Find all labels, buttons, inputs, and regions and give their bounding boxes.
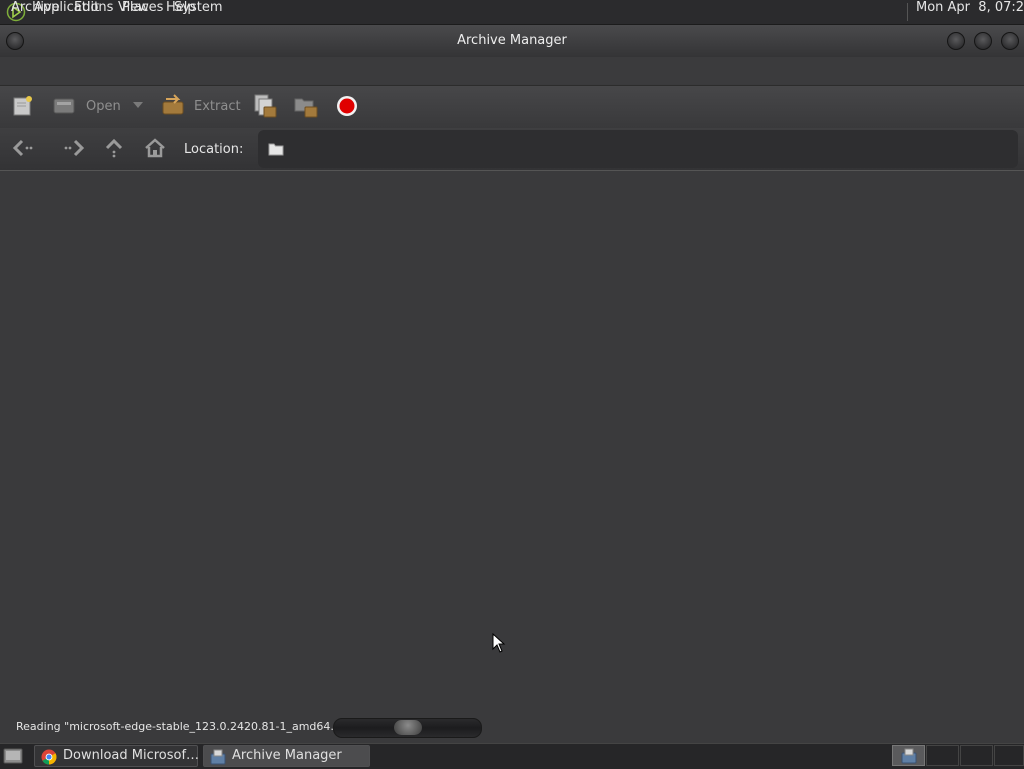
workspace-window-icon [901,748,917,764]
home-icon[interactable] [144,137,166,159]
workspace-2[interactable] [926,745,959,766]
progress-bar [333,718,482,738]
open-button-label[interactable]: Open [86,99,121,114]
taskbar-item-archive-manager[interactable]: Archive Manager [203,745,370,767]
location-entry[interactable] [258,130,1018,168]
taskbar-item-chrome[interactable]: Download Microsof… [34,745,200,767]
menu-archive[interactable]: Archive [11,0,60,15]
open-archive-icon[interactable] [52,96,76,116]
extract-button-label[interactable]: Extract [194,99,241,114]
extract-icon[interactable] [160,94,186,118]
status-text: Reading "microsoft-edge-stable_123.0.242… [16,720,360,733]
panel-separator [907,3,908,21]
workspace-4[interactable] [994,745,1024,766]
up-icon[interactable] [104,137,124,159]
taskbar-item-label: Archive Manager [232,748,342,763]
taskbar-item-label: Download Microsof… [63,748,200,763]
dropdown-arrow-icon[interactable] [133,102,143,108]
toolbar [0,85,1024,129]
mouse-pointer-icon [492,633,506,653]
close-button[interactable] [1001,32,1019,50]
menu-edit[interactable]: Edit [74,0,99,15]
location-label: Location: [184,142,244,157]
add-files-icon[interactable] [252,93,278,119]
archive-manager-icon [210,749,226,765]
menu-view[interactable]: View [118,0,149,15]
workspace-switcher[interactable] [892,745,925,766]
chrome-icon [41,749,57,765]
maximize-button[interactable] [974,32,992,50]
workspace-3[interactable] [960,745,993,766]
archive-file-list[interactable] [0,171,1024,711]
back-icon[interactable] [11,138,35,158]
show-desktop-icon[interactable] [2,746,24,766]
add-folder-icon[interactable] [293,93,319,119]
menubar [0,57,1024,84]
new-archive-icon[interactable] [11,94,35,118]
folder-icon [268,143,284,156]
menu-help[interactable]: Help [166,0,196,15]
clock[interactable]: Mon Apr 8, 07:24 [916,0,1024,15]
minimize-button[interactable] [947,32,965,50]
forward-icon[interactable] [62,138,86,158]
stop-icon[interactable] [336,95,358,117]
progress-indicator [394,720,422,735]
window-title: Archive Manager [457,33,567,48]
